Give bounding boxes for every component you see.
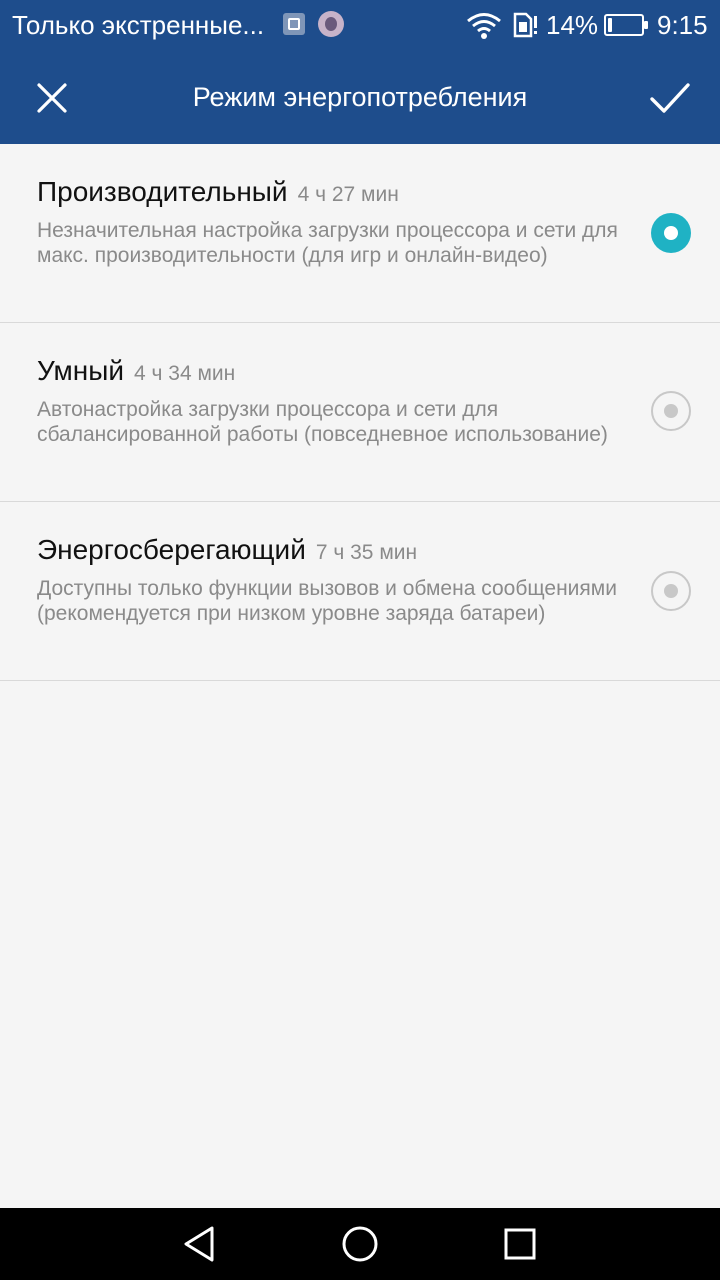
navigation-bar — [0, 1208, 720, 1280]
battery-percent: 14% — [546, 10, 599, 40]
app-toolbar: Режим энергопотребления — [0, 52, 720, 144]
avatar-icon — [318, 11, 344, 37]
mode-header: Энергосберегающий 7 ч 35 мин — [37, 534, 417, 566]
mode-item-power-saving[interactable]: Энергосберегающий 7 ч 35 мин Доступны тол… — [0, 502, 720, 681]
wifi-icon — [467, 13, 501, 39]
status-bar: Только экстренные... 14% 9:15 — [0, 0, 720, 52]
page-title: Режим энергопотребления — [192, 82, 528, 112]
check-icon[interactable] — [640, 68, 700, 128]
mode-radio[interactable] — [651, 213, 691, 253]
recents-icon[interactable] — [498, 1222, 542, 1266]
mode-title: Энергосберегающий — [37, 534, 306, 565]
battery-icon — [604, 14, 648, 36]
mode-item-smart[interactable]: Умный 4 ч 34 мин Автонастройка загрузки п… — [0, 323, 720, 502]
mode-time: 7 ч 35 мин — [315, 541, 418, 564]
mode-time: 4 ч 27 мин — [297, 183, 399, 206]
clock: 9:15 — [657, 10, 708, 40]
mode-item-performance[interactable]: Производительный 4 ч 27 мин Незначительна… — [0, 144, 720, 323]
home-icon[interactable] — [338, 1222, 382, 1266]
mode-radio[interactable] — [651, 391, 691, 431]
power-mode-list: Производительный 4 ч 27 мин Незначительна… — [0, 144, 720, 681]
mode-title: Умный — [37, 355, 125, 386]
mode-header: Умный 4 ч 34 мин — [37, 355, 235, 387]
image-icon — [283, 13, 305, 35]
sim-icon — [513, 12, 537, 38]
mode-header: Производительный 4 ч 27 мин — [37, 176, 399, 208]
back-icon[interactable] — [178, 1222, 222, 1266]
notification-text: Только экстренные... — [12, 10, 265, 40]
mode-time: 4 ч 34 мин — [134, 362, 236, 385]
mode-description: Незначительная настройка загрузки процес… — [37, 219, 618, 267]
mode-description: Автонастройка загрузки процессора и сети… — [37, 398, 608, 446]
mode-description: Доступны только функции вызовов и обмена… — [37, 577, 617, 625]
mode-title: Производительный — [37, 176, 288, 207]
mode-radio[interactable] — [651, 571, 691, 611]
